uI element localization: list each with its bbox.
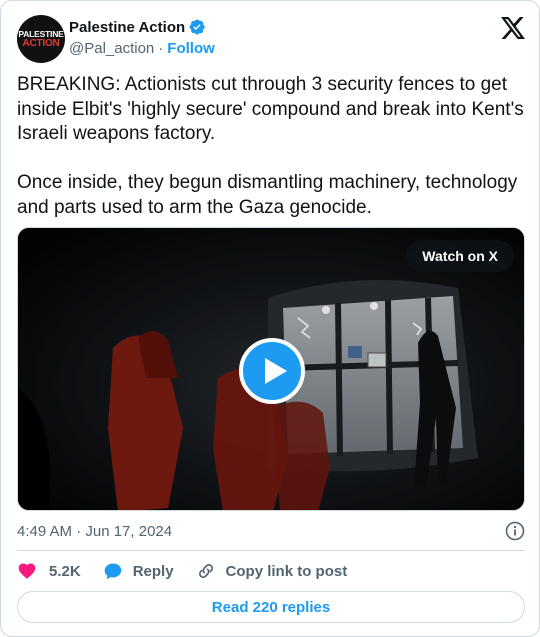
tweet-timestamp[interactable]: 4:49 AM · Jun 17, 2024 [17,523,172,540]
tweet-actions: 5.2K Reply Copy link to post [17,559,369,583]
tweet-embed-card: PALESTINE ACTION Palestine Action @Pal_a… [0,0,540,637]
copy-link-label: Copy link to post [225,562,348,580]
tweet-header: PALESTINE ACTION Palestine Action @Pal_a… [17,15,525,63]
avatar-text-line2: ACTION [22,37,60,49]
tweet-meta: 4:49 AM · Jun 17, 2024 [17,521,525,541]
avatar[interactable]: PALESTINE ACTION [17,15,65,63]
heart-icon [18,563,36,579]
video-player[interactable]: Watch on X [17,227,525,511]
like-count: 5.2K [49,562,81,580]
author-handle[interactable]: @Pal_action [69,40,154,57]
reply-bubble-icon [104,563,122,580]
link-icon [198,564,213,578]
like-button[interactable]: 5.2K [17,561,81,581]
tweet-paragraph-2: Once inside, they begun dismantling mach… [17,172,518,218]
tweet-paragraph-1: BREAKING: Actionists cut through 3 secur… [17,74,524,144]
read-replies-button[interactable]: Read 220 replies [17,591,525,623]
author-block: Palestine Action @Pal_action · Follow [69,17,215,58]
watch-on-x-button[interactable]: Watch on X [406,240,514,272]
reply-label: Reply [132,562,174,580]
tweet-text: BREAKING: Actionists cut through 3 secur… [17,73,527,220]
follow-link[interactable]: Follow [167,40,215,57]
reply-button[interactable]: Reply [103,561,174,581]
divider [17,550,525,551]
play-icon[interactable] [239,338,305,404]
info-icon[interactable] [505,521,525,541]
verified-badge-icon [189,19,205,35]
copy-link-button[interactable]: Copy link to post [196,561,348,581]
author-display-name[interactable]: Palestine Action [69,19,185,36]
separator-dot: · [158,39,164,57]
x-logo-icon[interactable] [501,17,525,39]
